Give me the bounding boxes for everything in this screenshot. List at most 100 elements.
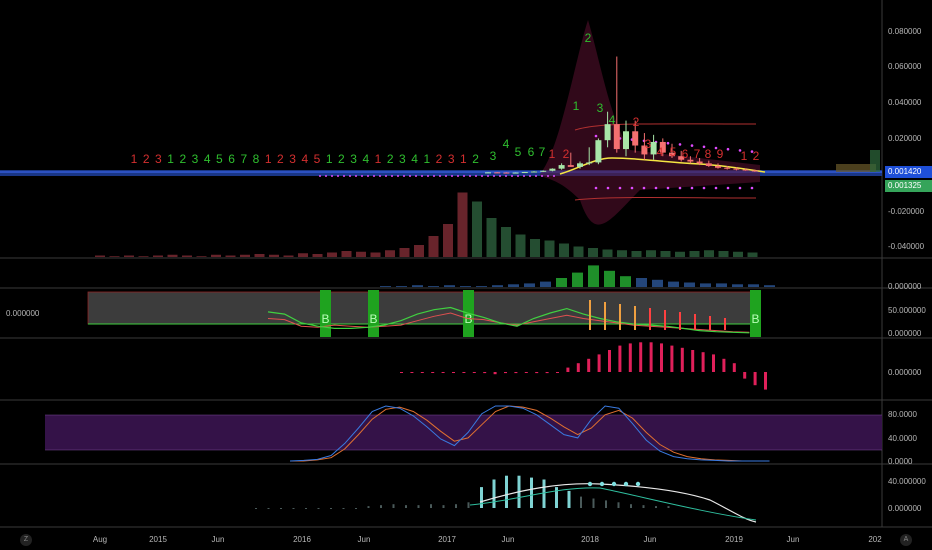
bottom-indicator-bar <box>430 504 432 508</box>
baseline-dot-marker <box>421 175 423 177</box>
volume-bar <box>573 246 584 257</box>
main-price-panel[interactable]: 1 2 3 1 2 3 4 5 6 7 8 1 2 3 4 5 1 2 3 4 1 2 3 4 1 2 3 1 2 345 6 7 1 21234… <box>0 20 882 225</box>
volume-bar <box>370 252 381 257</box>
volume-bar <box>327 252 337 257</box>
volume-strip-bar <box>652 279 663 287</box>
td-count-label: 1 <box>375 152 382 166</box>
baseline-dot-marker <box>379 175 381 177</box>
lower-dot-marker <box>606 186 610 190</box>
baseline-dot-marker <box>427 175 429 177</box>
oscillator-panel: B B B B50.0000000.0000000.0000000.000000 <box>6 282 926 338</box>
td-count-label: 1 <box>741 149 748 163</box>
histogram-bar <box>576 363 580 372</box>
candle-body <box>494 172 501 174</box>
volume-bar <box>660 251 671 257</box>
baseline-dot-marker <box>463 175 465 177</box>
lower-dot-marker <box>750 186 754 190</box>
volume-bar <box>646 250 656 257</box>
chart-canvas[interactable]: 1 2 3 1 2 3 4 5 6 7 8 1 2 3 4 5 1 2 3 4 1 2 3 4 1 2 3 1 2 345 6 7 1 21234… <box>0 0 932 550</box>
time-tick-label: Jun <box>502 535 515 544</box>
td-count-label: 3 <box>448 152 455 166</box>
volume-bar <box>515 234 526 257</box>
volume-strip-bar <box>732 284 743 287</box>
price-tick-label: 0.060000 <box>888 62 922 71</box>
volume-strip-bar <box>396 286 407 287</box>
histogram-bar <box>680 347 684 372</box>
histogram-bar <box>732 363 736 372</box>
td-count-label: 5 <box>314 152 321 166</box>
histogram-bar <box>660 343 663 372</box>
bottom-indicator-bar <box>255 508 257 509</box>
td-count-label: 7 <box>539 145 546 159</box>
bottom-indicator-bar <box>342 508 345 509</box>
baseline-dot-marker <box>505 175 507 177</box>
stoch-tick-label: 0.0000 <box>888 457 913 466</box>
baseline-dot-marker <box>445 175 447 177</box>
time-tick-label: 2016 <box>293 535 311 544</box>
histogram-bar <box>701 352 705 372</box>
volume-bar <box>602 249 613 257</box>
candle-body <box>595 140 602 163</box>
time-tick-label: 2019 <box>725 535 743 544</box>
bottom-indicator-bar <box>542 479 546 508</box>
upper-dot-marker <box>678 143 682 146</box>
volume-bar <box>211 254 221 257</box>
td-count-label: 4 <box>609 113 616 127</box>
histogram-bar <box>441 372 445 373</box>
second-price-badge: 0.001325 <box>885 180 932 192</box>
volume-strip-bar <box>412 285 423 287</box>
histogram-bar <box>462 372 466 373</box>
buy-marker-label: B <box>751 312 759 326</box>
baseline-dot-marker <box>415 175 417 177</box>
td-count-label: 3 <box>399 152 406 166</box>
volume-bar <box>196 256 207 257</box>
baseline-dot-marker <box>535 175 537 177</box>
td-count-label: 5 <box>216 152 223 166</box>
overbought-band <box>45 415 882 450</box>
baseline-dot-marker <box>541 175 543 177</box>
volume-panel <box>95 192 775 287</box>
price-tick-label: -0.040000 <box>888 242 925 251</box>
histogram-bar <box>524 372 528 373</box>
stoch-tick-label: 80.0000 <box>888 410 917 419</box>
auto-scale-button[interactable]: A <box>900 534 912 546</box>
td-count-label: 6 <box>528 145 535 159</box>
time-tick-label: Jun <box>212 535 225 544</box>
bottom-indicator-bar <box>455 504 457 508</box>
bottom-indicator-panel: 40.000000 0.000000 <box>255 475 926 523</box>
volume-bar <box>544 240 555 257</box>
histogram-bar <box>493 372 497 375</box>
time-tick-label: 2018 <box>581 535 599 544</box>
price-tick-label: 0.020000 <box>888 134 922 143</box>
td-count-label: 1 <box>423 152 430 166</box>
lower-dot-marker <box>654 186 658 190</box>
volume-bar <box>689 251 700 257</box>
volume-bar <box>428 236 439 257</box>
baseline-dot-marker <box>361 175 363 177</box>
baseline-dot-marker <box>511 175 513 177</box>
td-count-label: 1 <box>460 152 467 166</box>
lower-dot-marker <box>594 186 598 190</box>
candle-body <box>549 168 556 171</box>
td-count-label: 3 <box>645 137 652 151</box>
candle-body <box>623 131 629 150</box>
volume-bar <box>254 254 265 257</box>
volume-bar <box>472 201 482 257</box>
zoom-reset-button[interactable]: Z <box>20 534 32 546</box>
baseline-dot-marker <box>499 175 501 177</box>
bottom-indicator-bar <box>580 496 582 508</box>
volume-bar <box>341 251 352 257</box>
volume-bar <box>109 256 120 257</box>
bottom-indicator-bar <box>655 506 657 508</box>
volume-strip-bar <box>460 286 471 287</box>
bottom-indicator-bar <box>567 490 571 508</box>
td-count-label: 2 <box>179 152 186 166</box>
lower-dot-marker <box>738 186 742 190</box>
bottom-indicator-bar <box>617 502 620 508</box>
bottom-tick-label: 40.000000 <box>888 477 926 486</box>
td-count-label: 4 <box>657 145 664 159</box>
histogram-bar <box>691 350 695 372</box>
histogram-bar <box>483 372 487 374</box>
baseline-dot-marker <box>547 175 549 177</box>
bottom-indicator-bar <box>492 479 496 508</box>
